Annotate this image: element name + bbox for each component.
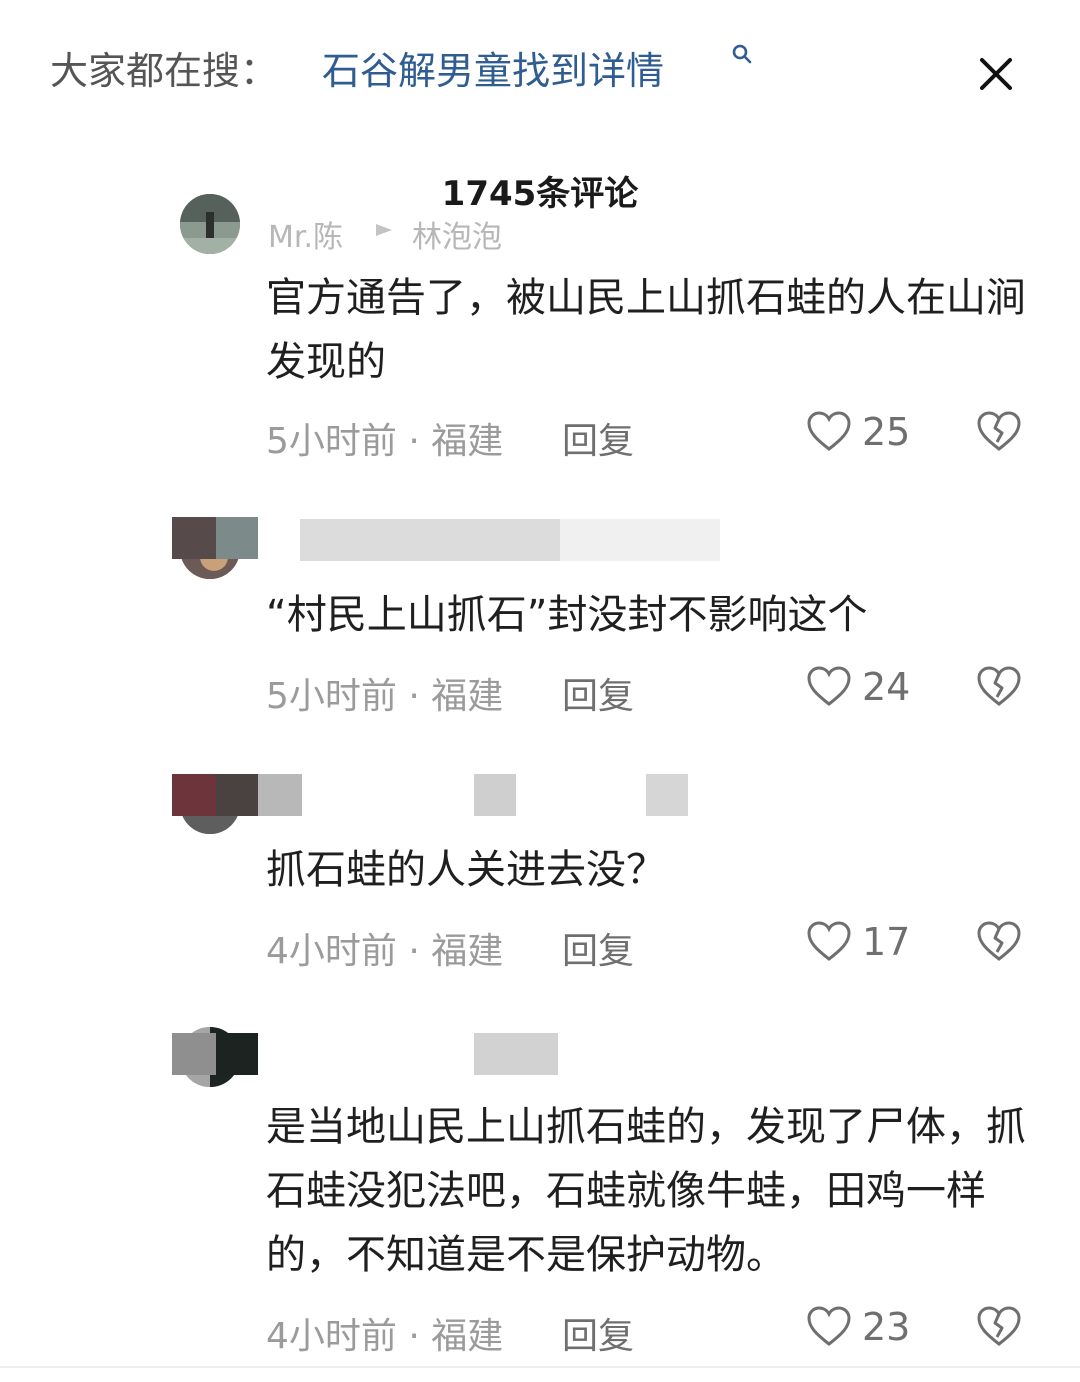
username-redacted (216, 517, 258, 559)
username-redacted (216, 1033, 258, 1075)
comment-text: 官方通告了，被山民上山抓石蛙的人在山涧发现的 (266, 275, 1026, 385)
like-count: 17 (862, 920, 911, 964)
reply-button[interactable]: 回复 (562, 922, 634, 974)
username-redacted (560, 519, 720, 561)
username-redacted (172, 1033, 216, 1075)
heart-icon[interactable] (806, 410, 852, 452)
search-icon[interactable] (730, 42, 754, 66)
comment-time-location: 4小时前 · 福建 (266, 931, 504, 972)
comment-item: 抓石蛙的人关进去没？ 4小时前 · 福建 回复 17 (0, 770, 1080, 980)
reply-arrow-icon (376, 224, 392, 236)
like-count: 24 (862, 665, 911, 709)
comment-time-location: 4小时前 · 福建 (266, 1316, 504, 1357)
username-redacted (172, 774, 216, 816)
avatar[interactable] (180, 194, 240, 254)
comment-text: 是当地山民上山抓石蛙的，发现了尸体，抓石蛙没犯法吧，石蛙就像牛蛙，田鸡一样的，不… (266, 1104, 1026, 1278)
comment-item: “村民上山抓石”封没封不影响这个 5小时前 · 福建 回复 24 (0, 515, 1080, 725)
username-redacted (172, 517, 216, 559)
username-redacted (646, 774, 688, 816)
username-redacted (474, 774, 516, 816)
comment-text: 抓石蛙的人关进去没？ (266, 847, 666, 893)
reply-button[interactable]: 回复 (562, 412, 634, 464)
broken-heart-icon[interactable] (976, 920, 1022, 962)
like-count: 25 (862, 410, 911, 454)
username-redacted (216, 774, 258, 816)
heart-icon[interactable] (806, 1305, 852, 1347)
reply-button[interactable]: 回复 (562, 667, 634, 719)
comment-username[interactable]: Mr.陈 (268, 212, 343, 256)
search-prefix-label: 大家都在搜： (50, 49, 279, 93)
comment-time-location: 5小时前 · 福建 (266, 421, 504, 462)
close-icon[interactable] (970, 48, 1022, 100)
comment-text: “村民上山抓石”封没封不影响这个 (266, 592, 868, 638)
comment-item: 是当地山民上山抓石蛙的，发现了尸体，抓石蛙没犯法吧，石蛙就像牛蛙，田鸡一样的，不… (0, 1025, 1080, 1365)
reply-to-username[interactable]: 林泡泡 (412, 212, 502, 256)
heart-icon[interactable] (806, 665, 852, 707)
heart-icon[interactable] (806, 920, 852, 962)
broken-heart-icon[interactable] (976, 665, 1022, 707)
comment-item: Mr.陈 林泡泡 官方通告了，被山民上山抓石蛙的人在山涧发现的 5小时前 · 福… (0, 194, 1080, 470)
comment-time-location: 5小时前 · 福建 (266, 676, 504, 717)
divider (0, 1366, 1080, 1368)
broken-heart-icon[interactable] (976, 410, 1022, 452)
comment-count-title: 1745条评论 (441, 174, 639, 214)
trending-search-link[interactable]: 石谷解男童找到详情 (322, 40, 664, 95)
broken-heart-icon[interactable] (976, 1305, 1022, 1347)
username-redacted (258, 774, 302, 816)
reply-button[interactable]: 回复 (562, 1307, 634, 1359)
top-search-bar: 大家都在搜： 石谷解男童找到详情 (0, 0, 1080, 130)
username-redacted (474, 1033, 558, 1075)
like-count: 23 (862, 1305, 911, 1349)
username-redacted (300, 519, 560, 561)
